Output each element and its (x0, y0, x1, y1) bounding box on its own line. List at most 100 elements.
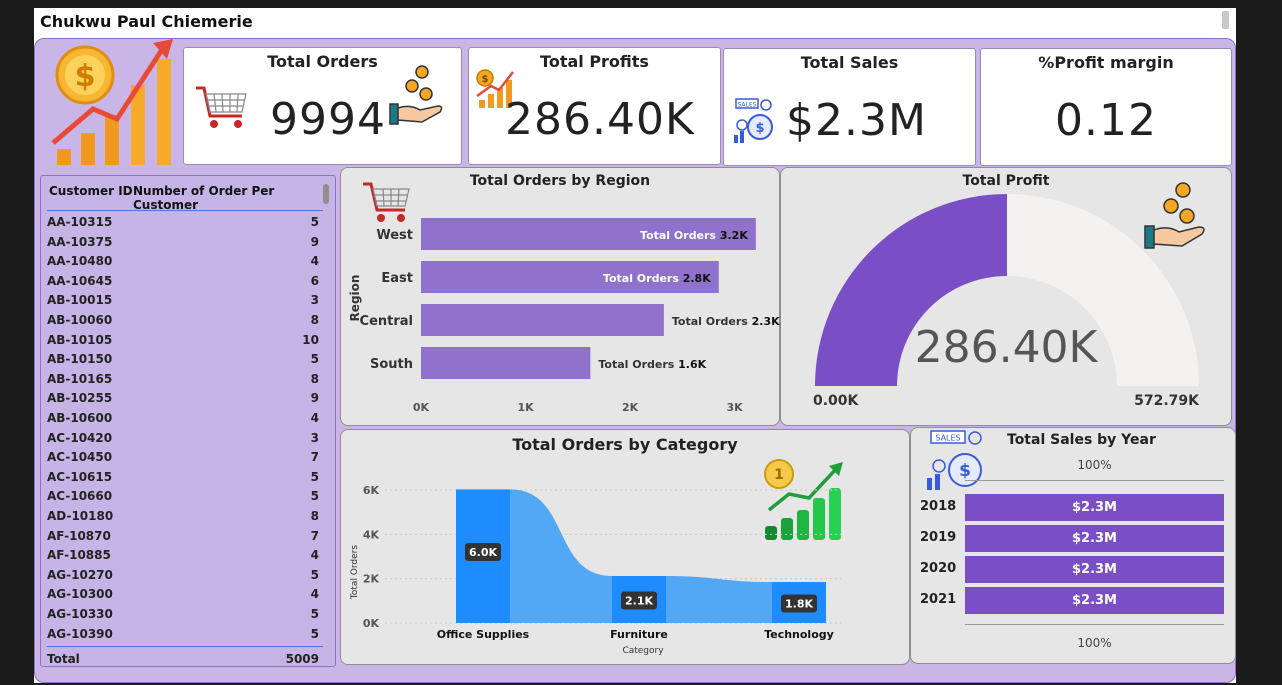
table-row[interactable]: AA-10480 4 (47, 252, 319, 272)
table-header-orders-per-customer[interactable]: Number of Order Per Customer (133, 184, 335, 212)
region-tick: 2K (622, 401, 639, 414)
table-total-divider (47, 646, 323, 647)
customer-id-cell: AB-10105 (47, 332, 113, 347)
sales-icon: SALES $ (734, 98, 773, 143)
table-total-label: Total (47, 652, 80, 666)
sales-year-bar[interactable]: $2.3M (965, 525, 1224, 552)
category-tick: 2K (363, 573, 380, 586)
category-tick: 6K (363, 484, 380, 497)
customer-id-cell: AB-10015 (47, 293, 113, 308)
svg-text:SALES: SALES (935, 434, 960, 443)
table-row[interactable]: AB-10150 5 (47, 350, 319, 370)
kpi-total-sales[interactable]: Total Sales SALES $ $2.3M (723, 48, 976, 166)
report-page: Chukwu Paul Chiemerie $ Total Orders 999… (34, 8, 1236, 683)
table-row[interactable]: AA-10645 6 (47, 272, 319, 292)
kpi-total-sales-title: Total Sales (800, 53, 899, 72)
kpi-total-orders[interactable]: Total Orders 9994 (183, 47, 462, 165)
category-data-label: 6.0K (469, 546, 497, 559)
page-scrollbar[interactable] (1222, 11, 1229, 29)
order-count-cell: 8 (310, 509, 319, 523)
customer-id-cell: AG-10330 (47, 607, 113, 621)
table-row[interactable]: AF-10870 7 (47, 527, 319, 547)
order-count-cell: 4 (310, 411, 319, 425)
table-row[interactable]: AG-10390 5 (47, 625, 319, 645)
category-data-label: 2.1K (625, 594, 653, 607)
sales-year-bar[interactable]: $2.3M (965, 494, 1224, 521)
sales-year-bottom-axis (965, 624, 1224, 625)
order-count-cell: 5 (310, 626, 319, 641)
sales-year-bar[interactable]: $2.3M (965, 587, 1224, 614)
order-count-cell: 7 (310, 450, 319, 465)
region-bar[interactable] (421, 304, 664, 336)
table-scrollbar[interactable] (323, 184, 329, 204)
customer-id-cell: AC-10450 (47, 450, 113, 465)
shopping-cart-icon (196, 86, 247, 128)
sales-year-value: $2.3M (1071, 593, 1117, 608)
table-row[interactable]: AC-10660 5 (47, 487, 319, 507)
order-count-cell: 3 (310, 430, 319, 445)
kpi-profit-margin[interactable]: %Profit margin 0.12 (980, 48, 1232, 166)
table-row[interactable]: AB-10255 9 (47, 389, 319, 409)
table-row[interactable]: AB-10105 10 (47, 331, 319, 351)
table-header-divider (47, 210, 323, 211)
orders-by-category-chart[interactable]: Total Orders by Category 1 Total Orders 0… (340, 429, 910, 665)
kpi-total-profits[interactable]: Total Profits $ 286.40K (468, 47, 721, 165)
category-label: Furniture (610, 628, 668, 641)
region-data-label: Total Orders 2.3K (672, 315, 780, 328)
customer-id-cell: AA-10480 (47, 254, 113, 269)
category-label: Technology (764, 628, 834, 641)
total-profit-gauge[interactable]: Total Profit 286.40K 0.00K 572.79K (780, 167, 1232, 426)
customer-id-cell: AB-10600 (47, 411, 113, 425)
order-count-cell: 9 (310, 391, 319, 406)
table-row[interactable]: AB-10015 3 (47, 291, 319, 311)
customer-id-cell: AB-10150 (47, 352, 113, 367)
gauge-max: 572.79K (1134, 393, 1199, 409)
sales-year-bar[interactable]: $2.3M (965, 556, 1224, 583)
table-total-value: 5009 (285, 652, 319, 666)
customer-orders-table[interactable]: Customer ID Number of Order Per Customer… (40, 175, 336, 667)
table-row[interactable]: AG-10330 5 (47, 605, 319, 625)
region-bar[interactable] (421, 347, 591, 379)
customer-id-cell: AB-10255 (47, 391, 113, 406)
customer-id-cell: AC-10420 (47, 430, 113, 445)
category-data-label: 1.8K (785, 598, 813, 611)
order-count-cell: 5 (310, 352, 319, 367)
region-label: East (381, 271, 413, 286)
table-total-row: Total 5009 (47, 650, 319, 670)
table-row[interactable]: AC-10450 7 (47, 448, 319, 468)
sales-by-year-chart[interactable]: SALES $ Total Sales by Year 100% 2018 $2.… (910, 427, 1236, 664)
order-count-cell: 5 (310, 489, 319, 504)
gauge-min: 0.00K (813, 393, 859, 409)
table-row[interactable]: AC-10420 3 (47, 429, 319, 449)
table-row[interactable]: AA-10315 5 (47, 213, 319, 233)
table-row[interactable]: AB-10600 4 (47, 409, 319, 429)
kpi-total-profits-value: 286.40K (505, 94, 695, 145)
order-count-cell: 4 (310, 254, 319, 269)
table-row[interactable]: AG-10270 5 (47, 566, 319, 586)
customer-id-cell: AD-10180 (47, 509, 114, 523)
category-axis-title: Total Orders (350, 545, 360, 600)
customer-id-cell: AG-10390 (47, 626, 113, 641)
region-label: Central (360, 314, 413, 329)
order-count-cell: 6 (310, 273, 319, 288)
sales-year-value: $2.3M (1071, 562, 1117, 577)
order-count-cell: 8 (310, 371, 319, 386)
table-row[interactable]: AB-10060 8 (47, 311, 319, 331)
region-tick: 1K (517, 401, 534, 414)
table-header-customer-id[interactable]: Customer ID (49, 184, 133, 198)
sales-year-top-axis (965, 480, 1224, 481)
sales-year-value: $2.3M (1071, 531, 1117, 546)
table-row[interactable]: AC-10615 5 (47, 468, 319, 488)
orders-by-region-chart[interactable]: Total Orders by Region Region West Total O… (340, 167, 780, 426)
table-row[interactable]: AA-10375 9 (47, 233, 319, 253)
region-tick: 3K (727, 401, 744, 414)
table-row[interactable]: AB-10165 8 (47, 370, 319, 390)
region-data-label: Total Orders 3.2K (640, 229, 748, 242)
customer-id-cell: AA-10315 (47, 215, 113, 229)
order-count-cell: 5 (310, 567, 319, 582)
table-row[interactable]: AG-10300 4 (47, 585, 319, 605)
table-row[interactable]: AD-10180 8 (47, 507, 319, 527)
table-row[interactable]: AF-10885 4 (47, 546, 319, 566)
kpi-profit-margin-value: 0.12 (1055, 95, 1157, 146)
region-tick: 0K (413, 401, 430, 414)
